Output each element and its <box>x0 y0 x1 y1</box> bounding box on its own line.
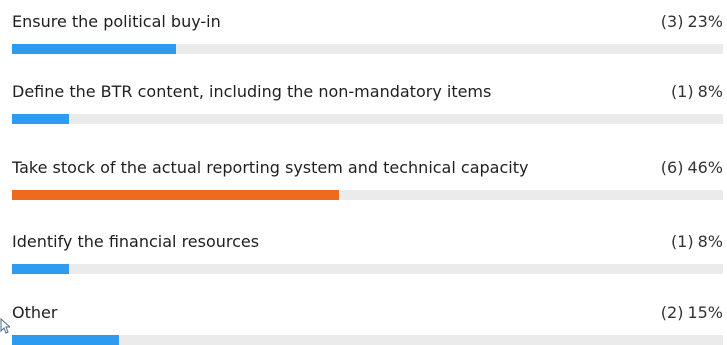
option-percent: 8% <box>697 232 723 251</box>
mouse-cursor-icon <box>0 318 10 334</box>
option-result: (2) 15% <box>661 303 723 323</box>
option-label: Take stock of the actual reporting syste… <box>12 158 529 177</box>
poll-option: Ensure the political buy-in (3) 23% <box>10 12 723 54</box>
option-count: (6) <box>660 158 684 177</box>
option-count: (3) <box>660 12 684 31</box>
poll-option: Other (2) 15% <box>10 303 723 345</box>
option-bar-track <box>12 114 723 124</box>
option-bar-track <box>12 44 723 54</box>
poll-option: Define the BTR content, including the no… <box>10 82 723 124</box>
poll-option: Identify the financial resources (1) 8% <box>10 232 723 274</box>
option-result: (1) 8% <box>671 232 723 252</box>
option-percent: 23% <box>687 12 723 31</box>
option-bar-fill <box>12 114 69 124</box>
option-bar-track <box>12 190 723 200</box>
option-label: Identify the financial resources <box>12 232 260 251</box>
option-bar-track <box>12 264 723 274</box>
option-percent: 15% <box>687 303 723 322</box>
option-bar-fill <box>12 264 69 274</box>
option-bar-fill <box>12 190 340 200</box>
option-result: (3) 23% <box>661 12 723 32</box>
option-count: (2) <box>660 303 684 322</box>
option-bar-fill <box>12 335 119 345</box>
option-count: (1) <box>670 232 694 251</box>
option-result: (6) 46% <box>661 158 723 178</box>
option-label: Other <box>12 303 58 322</box>
poll-option: Take stock of the actual reporting syste… <box>10 158 723 200</box>
option-percent: 8% <box>697 82 723 101</box>
option-bar-fill <box>12 44 176 54</box>
option-label: Define the BTR content, including the no… <box>12 82 492 101</box>
option-percent: 46% <box>687 158 723 177</box>
option-count: (1) <box>670 82 694 101</box>
option-label: Ensure the political buy-in <box>12 12 221 31</box>
option-bar-track <box>12 335 723 345</box>
option-result: (1) 8% <box>671 82 723 102</box>
